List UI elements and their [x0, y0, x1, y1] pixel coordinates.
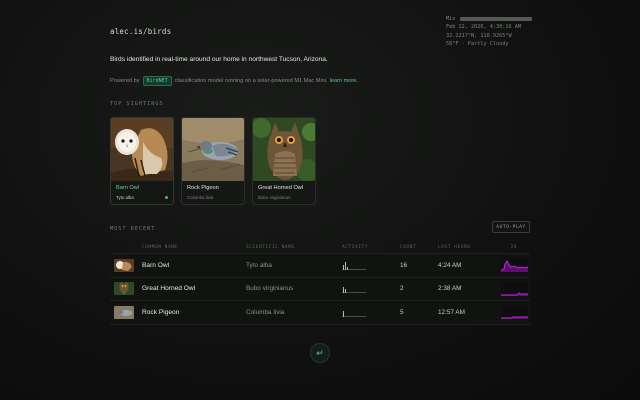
sparkline-24h: [500, 305, 528, 320]
rock-pigeon-photo: [182, 118, 244, 181]
great-horned-owl-photo: [253, 118, 315, 181]
table-row[interactable]: Great Horned Owl Bubo virginianus 2 2:38…: [110, 277, 530, 301]
most-recent-label: Most Recent: [110, 226, 156, 232]
cell-common-name: Great Horned Owl: [142, 285, 196, 293]
sparkline-24h: [500, 281, 528, 296]
card-scientific-name: Columba livia: [187, 195, 214, 200]
cell-scientific-name: Columba livia: [246, 308, 285, 316]
activity-bar: [343, 264, 344, 270]
sighting-card-great-horned-owl[interactable]: Great Horned Owl Bubo virginianus: [252, 117, 316, 205]
cell-last-heard: 12:57 AM: [438, 308, 466, 316]
activity-bars: [342, 308, 366, 317]
cell-last-heard: 4:24 AM: [438, 261, 462, 269]
return-icon[interactable]: ↵: [310, 343, 330, 363]
col-common-name[interactable]: Common Name: [142, 245, 246, 250]
great-horned-owl-thumbnail: [114, 282, 134, 296]
top-sightings-cards: Barn Owl Tyto alba Rock Pigeon Columba l…: [110, 117, 316, 205]
cell-last-heard: 2:38 AM: [438, 285, 462, 293]
coordinates: 32.2217°N, 110.9265°W: [446, 32, 512, 39]
top-sightings-label: Top Sightings: [110, 101, 164, 107]
learn-more-link[interactable]: learn more.: [330, 78, 358, 84]
cell-count: 2: [400, 285, 404, 293]
site-title[interactable]: alec.is/birds: [110, 27, 171, 36]
card-name: Barn Owl: [116, 185, 140, 191]
sparkline-24h: [500, 258, 528, 273]
intro-text: Birds identified in real-time around our…: [110, 56, 328, 63]
sighting-card-rock-pigeon[interactable]: Rock Pigeon Columba livia: [181, 117, 245, 205]
cell-count: 5: [400, 308, 404, 316]
cell-scientific-name: Tyto alba: [246, 261, 272, 269]
col-scientific-name[interactable]: Scientific Name: [246, 245, 342, 250]
table-header: Common Name Scientific Name Activity Cou…: [110, 242, 530, 254]
barn-owl-thumbnail: [114, 258, 134, 272]
cell-common-name: Rock Pigeon: [142, 308, 180, 316]
activity-bars: [342, 284, 366, 294]
activity-bar: [343, 286, 344, 294]
powered-prefix: Powered by: [110, 78, 140, 84]
col-activity[interactable]: Activity: [342, 245, 400, 250]
status-panel: Mix Feb 22, 2026, 4:30:16 AM 32.2217°N, …: [446, 15, 532, 49]
activity-bars: [342, 261, 366, 270]
powered-by: Powered by BirdNET classification model …: [110, 76, 358, 86]
rock-pigeon-thumbnail: [114, 305, 134, 319]
table-row[interactable]: Barn Owl Tyto alba 16 4:24 AM: [110, 254, 530, 278]
datetime: Feb 22, 2026, 4:30:16 AM: [446, 24, 521, 30]
cell-common-name: Barn Owl: [142, 261, 170, 269]
autoplay-button[interactable]: AUTO-PLAY: [492, 221, 530, 233]
mix-control[interactable]: Mix: [446, 15, 532, 23]
cell-scientific-name: Bubo virginianus: [246, 285, 294, 293]
recent-table: Common Name Scientific Name Activity Cou…: [110, 242, 530, 325]
powered-suffix: classification model running on a solar-…: [174, 78, 328, 84]
activity-bar: [345, 288, 346, 294]
mix-slider-fill: [460, 17, 532, 21]
selected-dot-icon: [165, 196, 168, 199]
activity-bar: [347, 266, 348, 270]
card-scientific-name: Bubo virginianus: [258, 195, 291, 200]
col-last-heard[interactable]: Last Heard: [438, 245, 498, 250]
barn-owl-photo: [111, 118, 173, 181]
card-name: Great Horned Owl: [258, 185, 304, 191]
col-24h[interactable]: 24: [498, 245, 530, 250]
table-row[interactable]: Rock Pigeon Columba livia 5 12:57 AM: [110, 301, 530, 325]
col-count[interactable]: Count: [400, 245, 438, 250]
sighting-card-barn-owl[interactable]: Barn Owl Tyto alba: [110, 117, 174, 205]
model-badge: BirdNET: [142, 76, 172, 86]
cell-count: 16: [400, 261, 408, 269]
card-scientific-name: Tyto alba: [116, 195, 134, 200]
mix-label: Mix: [446, 15, 456, 22]
card-name: Rock Pigeon: [187, 185, 219, 191]
activity-bar: [345, 261, 346, 270]
weather: 58°F · Partly Cloudy: [446, 41, 509, 48]
activity-bar: [343, 311, 344, 317]
mix-slider[interactable]: [460, 17, 532, 21]
